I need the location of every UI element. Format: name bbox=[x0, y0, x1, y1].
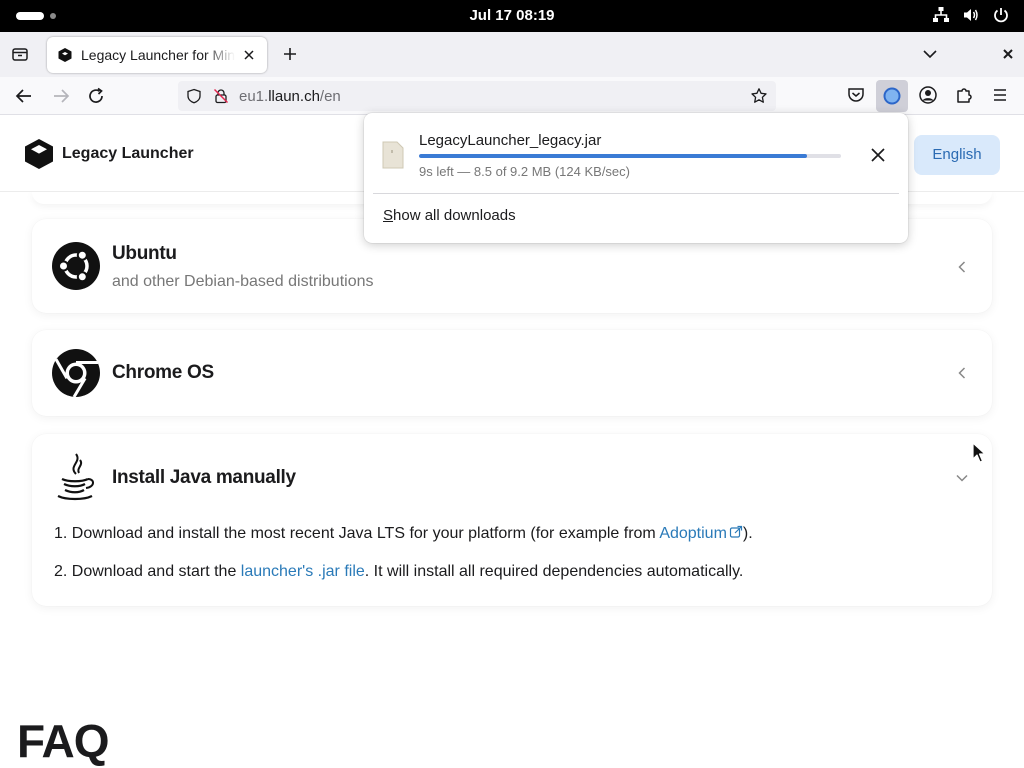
show-all-accesskey: S bbox=[383, 207, 394, 224]
brand-name: Legacy Launcher bbox=[62, 145, 194, 162]
url-prefix: eu1. bbox=[239, 88, 269, 105]
extensions-icon[interactable] bbox=[954, 85, 974, 105]
faq-heading: FAQ bbox=[17, 715, 110, 767]
window-close-icon[interactable] bbox=[998, 44, 1018, 64]
ubuntu-icon bbox=[52, 242, 100, 290]
java-step-1: 1. Download and install the most recent … bbox=[54, 524, 753, 544]
step-text: ). bbox=[742, 525, 753, 542]
back-icon[interactable] bbox=[13, 85, 35, 107]
chevron-left-icon bbox=[958, 261, 966, 273]
new-tab-icon[interactable] bbox=[280, 44, 300, 64]
address-bar[interactable]: eu1.llaun.ch/en bbox=[178, 81, 776, 111]
download-status: 9s left — 8.5 of 9.2 MB (124 KB/sec) bbox=[419, 164, 630, 179]
adoptium-link[interactable]: Adoptium bbox=[659, 525, 743, 542]
platform-subtitle: and other Debian-based distributions bbox=[112, 273, 374, 290]
tab-title: Legacy Launcher for Minecraft bbox=[81, 47, 235, 63]
platform-title: Ubuntu bbox=[112, 243, 177, 264]
account-icon[interactable] bbox=[918, 85, 938, 105]
platform-title: Chrome OS bbox=[112, 362, 214, 383]
platform-card-chrome-os[interactable]: Chrome OS bbox=[32, 330, 992, 416]
bookmark-star-icon[interactable] bbox=[750, 87, 768, 105]
legacy-launcher-favicon bbox=[58, 48, 72, 62]
list-all-tabs-icon[interactable] bbox=[10, 44, 30, 64]
step-text: 2. Download and start the bbox=[54, 563, 241, 580]
reload-icon[interactable] bbox=[85, 85, 107, 107]
insecure-lock-icon[interactable] bbox=[213, 88, 229, 104]
navigation-toolbar: eu1.llaun.ch/en bbox=[0, 77, 1024, 115]
download-progress-fill bbox=[419, 154, 808, 158]
tracking-protection-shield-icon[interactable] bbox=[186, 88, 202, 104]
chevron-down-icon[interactable] bbox=[954, 470, 970, 486]
volume-icon bbox=[964, 9, 978, 21]
chrome-icon bbox=[52, 349, 100, 397]
tab-strip: Legacy Launcher for Minecraft bbox=[0, 32, 1024, 77]
chevron-down-icon[interactable] bbox=[920, 44, 940, 64]
forward-icon[interactable] bbox=[50, 85, 72, 107]
downloads-button[interactable] bbox=[876, 80, 908, 112]
step-text: . It will install all required dependenc… bbox=[364, 563, 744, 580]
file-icon bbox=[382, 141, 404, 169]
clock[interactable]: Jul 17 08:19 bbox=[0, 7, 1024, 24]
menu-icon[interactable] bbox=[990, 85, 1010, 105]
external-link-icon bbox=[729, 525, 743, 538]
downloads-panel: LegacyLauncher_legacy.jar 9s left — 8.5 … bbox=[364, 113, 908, 243]
legacy-launcher-logo-icon bbox=[25, 139, 53, 169]
show-all-label: how all downloads bbox=[393, 207, 516, 224]
url-text: eu1.llaun.ch/en bbox=[239, 88, 341, 105]
system-menu[interactable] bbox=[932, 6, 1010, 24]
network-icon bbox=[933, 7, 949, 22]
step-text: 1. Download and install the most recent … bbox=[54, 525, 660, 542]
chevron-left-icon bbox=[958, 367, 966, 379]
download-filename[interactable]: LegacyLauncher_legacy.jar bbox=[419, 132, 601, 149]
java-icon bbox=[57, 453, 94, 501]
adoptium-link-label: Adoptium bbox=[659, 525, 727, 542]
panel-separator bbox=[373, 193, 899, 194]
java-manual-card: Install Java manually 1. Download and in… bbox=[32, 434, 992, 606]
language-button[interactable]: English bbox=[914, 135, 1000, 175]
download-progress-icon bbox=[883, 87, 901, 105]
java-step-2: 2. Download and start the launcher's .ja… bbox=[54, 562, 753, 582]
mouse-cursor-icon bbox=[972, 442, 986, 463]
tab-active[interactable]: Legacy Launcher for Minecraft bbox=[47, 37, 267, 73]
download-progress-bar bbox=[419, 154, 841, 158]
url-domain: llaun.ch bbox=[268, 88, 320, 105]
system-top-bar: Jul 17 08:19 bbox=[0, 0, 1024, 32]
power-icon bbox=[994, 8, 1008, 23]
url-path: /en bbox=[319, 88, 341, 105]
tab-close-icon[interactable] bbox=[241, 47, 257, 63]
cancel-download-icon[interactable] bbox=[869, 146, 887, 164]
site-brand[interactable]: Legacy Launcher bbox=[24, 138, 194, 170]
pocket-icon[interactable] bbox=[846, 85, 866, 105]
java-steps: 1. Download and install the most recent … bbox=[54, 524, 753, 600]
java-section-title[interactable]: Install Java manually bbox=[112, 467, 296, 489]
show-all-downloads-button[interactable]: Show all downloads bbox=[383, 207, 516, 224]
launcher-jar-link[interactable]: launcher's .jar file bbox=[241, 563, 365, 580]
